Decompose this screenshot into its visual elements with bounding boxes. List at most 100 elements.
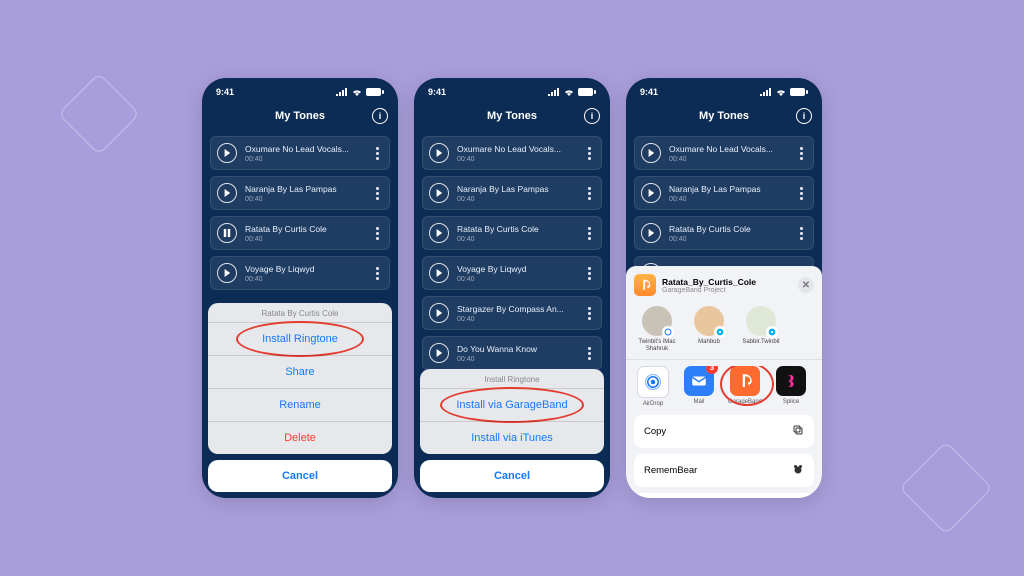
info-icon[interactable]: i (372, 108, 388, 124)
close-icon[interactable]: ✕ (798, 277, 814, 293)
more-icon[interactable] (795, 187, 807, 200)
sheet-action-install-ringtone[interactable]: Install Ringtone (208, 322, 392, 355)
app-badge-icon (766, 326, 778, 338)
tone-duration: 00:40 (457, 356, 575, 363)
tone-item[interactable]: Naranja By Las Pampas00:40 (210, 176, 390, 210)
tone-item[interactable]: Voyage By Liqwyd00:40 (210, 256, 390, 290)
play-icon[interactable] (641, 183, 661, 203)
share-action-remembear[interactable]: RememBear (634, 454, 814, 487)
action-sheet: Ratata By Curtis Cole Install RingtoneSh… (208, 303, 392, 492)
tone-title: Oxumare No Lead Vocals... (245, 144, 363, 154)
tones-list: Oxumare No Lead Vocals... 00:40 Naranja By… (414, 136, 610, 370)
tone-item[interactable]: Ratata By Curtis Cole 00:40 (210, 216, 390, 250)
play-icon[interactable] (429, 303, 449, 323)
tone-title: Do You Wanna Know (457, 344, 575, 354)
phone-screen-1: 9:41 My Tones i Oxumare No Lead Vocals..… (202, 78, 398, 498)
share-action-copy[interactable]: Copy (634, 415, 814, 448)
tone-duration: 00:40 (457, 276, 575, 283)
share-file-title: Ratata_By_Curtis_Cole (662, 277, 792, 287)
play-icon[interactable] (429, 183, 449, 203)
garageband-icon (730, 366, 760, 396)
tone-title: Ratata By Curtis Cole (669, 224, 787, 234)
info-icon[interactable]: i (796, 108, 812, 124)
status-indicators (548, 88, 596, 96)
info-icon[interactable]: i (584, 108, 600, 124)
battery-icon (790, 88, 808, 96)
avatar (694, 306, 724, 336)
more-icon[interactable] (371, 267, 383, 280)
action-sheet: Install Ringtone Install via GarageBandI… (420, 369, 604, 492)
cancel-button[interactable]: Cancel (208, 460, 392, 492)
tone-item[interactable]: Oxumare No Lead Vocals... 00:40 (210, 136, 390, 170)
sheet-action-install-via-itunes[interactable]: Install via iTunes (420, 421, 604, 454)
phone-screen-2: 9:41 My Tones i Oxumare No Lead Vocals..… (414, 78, 610, 498)
share-action-save-to-files[interactable]: Save to Files (634, 493, 814, 498)
tone-item[interactable]: Naranja By Las Pampas00:40 (422, 176, 602, 210)
play-icon[interactable] (641, 223, 661, 243)
play-icon[interactable] (429, 223, 449, 243)
cancel-button[interactable]: Cancel (420, 460, 604, 492)
play-icon[interactable] (641, 143, 661, 163)
tone-item[interactable]: Oxumare No Lead Vocals...00:40 (634, 136, 814, 170)
more-icon[interactable] (795, 227, 807, 240)
more-icon[interactable] (583, 347, 595, 360)
tone-title: Oxumare No Lead Vocals... (457, 144, 575, 154)
tone-item[interactable]: Ratata By Curtis Cole 00:40 (634, 216, 814, 250)
more-icon[interactable] (583, 307, 595, 320)
tone-item[interactable]: Stargazer By Compass An...00:40 (422, 296, 602, 330)
tone-duration: 00:40 (669, 196, 787, 203)
tone-title: Naranja By Las Pampas (457, 184, 575, 194)
tone-item[interactable]: Oxumare No Lead Vocals... 00:40 (422, 136, 602, 170)
airdrop-contact[interactable]: Sabbir.Twinbit (740, 306, 782, 353)
tone-item[interactable]: Do You Wanna Know 00:40 (422, 336, 602, 370)
play-icon[interactable] (429, 263, 449, 283)
row-icon (792, 424, 804, 439)
tone-duration: 00:40 (245, 236, 363, 243)
contact-name: Twinbit's iMac Shahruk (636, 339, 678, 353)
cellular-icon (548, 88, 560, 96)
sheet-action-share[interactable]: Share (208, 355, 392, 388)
play-icon[interactable] (217, 263, 237, 283)
status-time: 9:41 (216, 87, 234, 97)
tone-item[interactable]: Naranja By Las Pampas00:40 (634, 176, 814, 210)
tone-item[interactable]: Ratata By Curtis Cole00:40 (422, 216, 602, 250)
share-sheet: Ratata_By_Curtis_Cole GarageBand Project… (626, 266, 822, 498)
battery-icon (578, 88, 596, 96)
more-icon[interactable] (583, 227, 595, 240)
more-icon[interactable] (583, 267, 595, 280)
airdrop-contact[interactable]: Twinbit's iMac Shahruk (636, 306, 678, 353)
tone-title: Ratata By Curtis Cole (245, 224, 363, 234)
sheet-action-install-via-garageband[interactable]: Install via GarageBand (420, 388, 604, 421)
sheet-action-rename[interactable]: Rename (208, 388, 392, 421)
tone-duration: 00:40 (457, 236, 575, 243)
play-icon[interactable] (429, 143, 449, 163)
app-badge-icon (714, 326, 726, 338)
more-icon[interactable] (371, 227, 383, 240)
sheet-title: Ratata By Curtis Cole (208, 303, 392, 322)
play-icon[interactable] (429, 343, 449, 363)
tone-item[interactable]: Voyage By Liqwyd00:40 (422, 256, 602, 290)
wifi-icon (775, 88, 787, 96)
share-app-airdrop[interactable]: AirDrop (634, 366, 672, 407)
sheet-action-delete[interactable]: Delete (208, 421, 392, 454)
play-icon[interactable] (217, 143, 237, 163)
share-app-garageband[interactable]: GarageBand (726, 366, 764, 405)
tone-title: Oxumare No Lead Vocals... (669, 144, 787, 154)
more-icon[interactable] (371, 147, 383, 160)
play-icon[interactable] (217, 183, 237, 203)
tone-duration: 00:40 (457, 156, 575, 163)
airdrop-contact[interactable]: Mahbub (688, 306, 730, 353)
share-app-splice[interactable]: Splice (772, 366, 810, 405)
more-icon[interactable] (583, 147, 595, 160)
share-app-mail[interactable]: 3Mail (680, 366, 718, 405)
more-icon[interactable] (583, 187, 595, 200)
avatar (642, 306, 672, 336)
tone-duration: 00:40 (669, 236, 787, 243)
tone-duration: 00:40 (245, 156, 363, 163)
pause-icon[interactable] (217, 223, 237, 243)
cellular-icon (760, 88, 772, 96)
status-indicators (336, 88, 384, 96)
more-icon[interactable] (371, 187, 383, 200)
page-title: My Tones (699, 110, 749, 122)
more-icon[interactable] (795, 147, 807, 160)
